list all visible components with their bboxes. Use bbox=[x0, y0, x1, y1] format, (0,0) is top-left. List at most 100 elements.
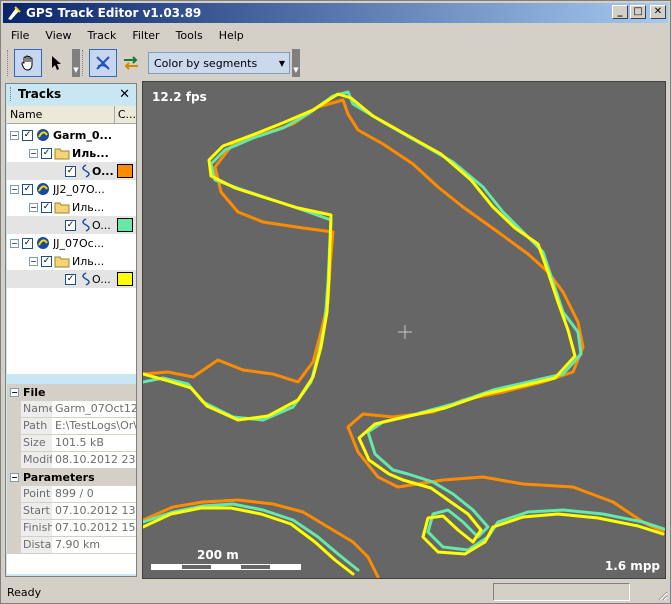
chevron-down-icon[interactable]: ▼ bbox=[275, 59, 289, 68]
toolbar-grip-2[interactable] bbox=[82, 50, 85, 76]
gps-file-icon bbox=[37, 237, 49, 249]
menu-tools[interactable]: Tools bbox=[168, 29, 211, 42]
mpp-readout: 1.6 mpp bbox=[604, 559, 660, 573]
pan-tool-button[interactable] bbox=[14, 49, 42, 77]
prop-row[interactable]: Point 899 / 0 bbox=[7, 486, 136, 503]
folder-checkbox[interactable]: ✓ bbox=[41, 255, 52, 267]
folder-checkbox[interactable]: ✓ bbox=[41, 147, 52, 159]
column-header-color[interactable]: C... bbox=[115, 106, 136, 123]
resize-grip-icon[interactable] bbox=[656, 589, 668, 601]
tree-row-segment[interactable]: ✓ O... bbox=[7, 162, 136, 180]
properties-grid: − File NameGarm_07Oct12.g PathE:\TestLog… bbox=[7, 384, 136, 574]
close-button[interactable]: ✕ bbox=[650, 5, 666, 19]
minimize-button[interactable]: _ bbox=[612, 5, 628, 19]
menu-filter[interactable]: Filter bbox=[124, 29, 167, 42]
tree-row-segment[interactable]: ✓ O... bbox=[7, 270, 136, 288]
title-bar[interactable]: GPS Track Editor v1.03.89 _ □ ✕ bbox=[3, 3, 668, 23]
select-tool-button[interactable] bbox=[42, 49, 70, 77]
map-view[interactable]: 12.2 fps 200 m 1.6 mpp bbox=[142, 81, 666, 579]
panel-grip[interactable] bbox=[10, 87, 13, 101]
tree-row-file[interactable]: − ✓ JJ_07Oc... bbox=[7, 234, 136, 252]
arrow-pointer-icon bbox=[52, 56, 61, 70]
menu-help[interactable]: Help bbox=[211, 29, 252, 42]
prop-value: 07.10.2012 15:3 bbox=[55, 521, 136, 534]
tree-row-folder[interactable]: − ✓ Иль... bbox=[7, 252, 136, 270]
maximize-button[interactable]: □ bbox=[630, 5, 646, 19]
track-color-swatch[interactable] bbox=[117, 218, 133, 232]
folder-icon bbox=[54, 148, 70, 160]
collapse-icon[interactable]: − bbox=[10, 130, 19, 140]
segment-icon bbox=[82, 164, 90, 178]
tracks-panel-title: Tracks bbox=[18, 87, 62, 101]
collapse-icon[interactable]: − bbox=[29, 256, 38, 266]
prop-category-label: Parameters bbox=[23, 471, 95, 484]
prop-value: 101.5 kB bbox=[55, 436, 104, 449]
collapse-icon[interactable]: − bbox=[29, 202, 38, 212]
tree-row-folder[interactable]: − ✓ Иль... bbox=[7, 144, 136, 162]
track-checkbox[interactable]: ✓ bbox=[22, 237, 33, 249]
tracks-panel-header: Tracks ✕ bbox=[6, 84, 136, 104]
collapse-icon[interactable]: − bbox=[10, 184, 19, 194]
prop-value: 08.10.2012 23:0 bbox=[55, 453, 136, 466]
segment-checkbox[interactable]: ✓ bbox=[65, 165, 76, 177]
hand-icon bbox=[21, 55, 33, 71]
toolbar-overflow-button-2[interactable]: ▼ bbox=[292, 49, 300, 77]
gps-file-icon bbox=[37, 129, 49, 141]
crosshair-icon bbox=[398, 325, 412, 339]
toolbar-grip[interactable] bbox=[7, 50, 10, 76]
toolbar: ▼ Color by segments ▼ ▼ bbox=[5, 47, 300, 79]
prop-value: Garm_07Oct12.g bbox=[55, 402, 136, 415]
color-mode-select[interactable]: Color by segments ▼ bbox=[148, 52, 290, 74]
app-icon bbox=[8, 6, 21, 20]
prop-category-file[interactable]: − File bbox=[7, 384, 136, 401]
fps-readout: 12.2 fps bbox=[152, 90, 207, 104]
folder-checkbox[interactable]: ✓ bbox=[41, 201, 52, 213]
segment-checkbox[interactable]: ✓ bbox=[65, 219, 76, 231]
tracks-panel: Tracks ✕ Name C... − ✓ Garm_0... − ✓ Иль… bbox=[5, 83, 137, 577]
collapse-icon[interactable]: − bbox=[10, 388, 19, 397]
prop-key: Dista bbox=[7, 537, 52, 553]
prop-row[interactable]: Dista 7.90 km bbox=[7, 537, 136, 554]
tree-row-file[interactable]: − ✓ Garm_0... bbox=[7, 126, 136, 144]
status-bar: Ready bbox=[3, 581, 668, 603]
prop-row[interactable]: Path E:\TestLogs\Or\0 bbox=[7, 418, 136, 435]
folder-icon bbox=[54, 256, 70, 268]
track-color-swatch[interactable] bbox=[117, 272, 133, 286]
menu-file[interactable]: File bbox=[3, 29, 37, 42]
segment-icon bbox=[82, 272, 90, 286]
tree-row-segment[interactable]: ✓ O... bbox=[7, 216, 136, 234]
prop-category-parameters[interactable]: − Parameters bbox=[7, 469, 136, 486]
tracks-tree[interactable]: Name C... − ✓ Garm_0... − ✓ Иль... ✓ O..… bbox=[7, 106, 136, 374]
prop-row[interactable]: Start07.10.2012 13:4 bbox=[7, 503, 136, 520]
prop-value: 7.90 km bbox=[55, 538, 101, 551]
track-checkbox[interactable]: ✓ bbox=[22, 183, 33, 195]
collapse-icon[interactable]: − bbox=[10, 473, 19, 482]
track-color-swatch[interactable] bbox=[117, 164, 133, 178]
menu-track[interactable]: Track bbox=[80, 29, 125, 42]
segment-checkbox[interactable]: ✓ bbox=[65, 273, 76, 285]
gps-file-icon bbox=[37, 183, 49, 195]
collapse-icon[interactable]: − bbox=[10, 238, 19, 248]
toolbar-overflow-button[interactable]: ▼ bbox=[72, 49, 80, 77]
scale-label: 200 m bbox=[197, 548, 239, 562]
color-mode-value: Color by segments bbox=[154, 56, 258, 70]
prop-category-label: File bbox=[23, 386, 46, 399]
swap-arrows-icon bbox=[124, 56, 138, 70]
column-header-name[interactable]: Name bbox=[7, 106, 115, 123]
close-icon[interactable]: ✕ bbox=[119, 87, 130, 102]
tracks-canvas[interactable] bbox=[143, 82, 666, 579]
swap-direction-button[interactable] bbox=[117, 49, 145, 77]
prop-row[interactable]: Modif08.10.2012 23:0 bbox=[7, 452, 136, 469]
prop-row[interactable]: Size 101.5 kB bbox=[7, 435, 136, 452]
prop-row[interactable]: NameGarm_07Oct12.g bbox=[7, 401, 136, 418]
tree-row-folder[interactable]: − ✓ Иль... bbox=[7, 198, 136, 216]
tree-row-file[interactable]: − ✓ JJ2_07O... bbox=[7, 180, 136, 198]
menu-view[interactable]: View bbox=[37, 29, 79, 42]
track-checkbox[interactable]: ✓ bbox=[22, 129, 33, 141]
segment-name: O... bbox=[92, 272, 111, 286]
prop-row[interactable]: Finish07.10.2012 15:3 bbox=[7, 520, 136, 537]
folder-name: Иль... bbox=[72, 254, 105, 268]
folder-name: Иль... bbox=[72, 200, 105, 214]
collapse-icon[interactable]: − bbox=[29, 148, 38, 158]
tracks-view-button[interactable] bbox=[89, 49, 117, 77]
